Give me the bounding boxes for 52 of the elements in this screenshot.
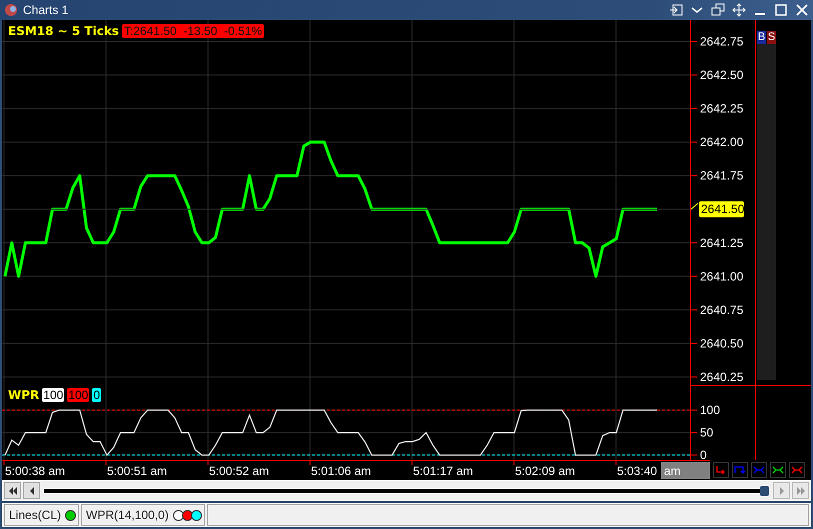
- parameter-badge: 100: [42, 388, 64, 402]
- axis-label: 2640.75: [700, 302, 744, 317]
- left-arrow-icon: [28, 486, 34, 494]
- move-icon[interactable]: [732, 3, 746, 17]
- status-panel[interactable]: Lines(CL): [4, 504, 80, 526]
- axis-label: 100: [700, 403, 720, 418]
- status-label: WPR(14,100,0): [86, 508, 169, 522]
- line-tool-button[interactable]: [770, 462, 786, 478]
- right-arrow-icon: [778, 486, 784, 494]
- instrument-label: ESM18 ~ 5 Ticks: [8, 24, 119, 38]
- order-button[interactable]: B: [757, 31, 766, 44]
- axis-label: 2642.00: [700, 135, 744, 150]
- status-panel[interactable]: WPR(14,100,0): [81, 504, 205, 526]
- time-label: 5:00:51 am: [107, 464, 168, 478]
- axis-label: 2641.75: [700, 168, 744, 183]
- quote-badge: T:2641.50 -13.50 -0.51%: [122, 24, 264, 38]
- time-label: 5:02:09 am: [515, 464, 576, 478]
- line-tool-button[interactable]: [789, 462, 805, 478]
- windows-icon[interactable]: [711, 3, 725, 17]
- time-label: 5:00:38 am: [5, 464, 66, 478]
- axis-label: 2641.00: [700, 269, 744, 284]
- axis-label: 2642.25: [700, 102, 744, 116]
- time-label: 5:01:17 am: [413, 464, 474, 478]
- maximize-icon[interactable]: [774, 3, 788, 17]
- axis-label: 2640.25: [700, 370, 744, 384]
- parameter-badge: 0: [92, 388, 102, 402]
- close-icon[interactable]: [795, 3, 809, 17]
- scroll-thumb[interactable]: [760, 486, 769, 496]
- axis-label: 50: [700, 426, 714, 440]
- order-button[interactable]: S: [767, 31, 776, 44]
- axis-label: 2640.50: [700, 336, 744, 350]
- app-icon: [4, 3, 18, 17]
- time-label: 5:03:40: [617, 464, 658, 478]
- scroll-start-button[interactable]: [4, 482, 21, 499]
- axis-label: 2642.50: [700, 68, 744, 82]
- status-label: Lines(CL): [9, 508, 62, 522]
- scroll-left-button[interactable]: [23, 482, 40, 499]
- indicator-label: WPR: [8, 388, 40, 402]
- time-label: 5:00:52 am: [209, 464, 270, 478]
- time-label: 5:01:06 am: [311, 464, 372, 478]
- line-tool-button[interactable]: [713, 462, 729, 478]
- dock-icon[interactable]: [669, 3, 683, 17]
- double-left-arrow-icon: [8, 486, 18, 494]
- cursor-time-box: [661, 462, 710, 479]
- axis-label: 0: [700, 448, 707, 460]
- axis-label: 2642.75: [700, 34, 744, 48]
- cursor-time-label: am: [664, 464, 681, 478]
- axis-label: 2641.25: [700, 236, 744, 250]
- scroll-track[interactable]: [44, 488, 760, 492]
- double-right-arrow-icon: [796, 486, 806, 494]
- window-title: Charts 1: [23, 3, 68, 17]
- parameter-badge: 100: [67, 388, 90, 402]
